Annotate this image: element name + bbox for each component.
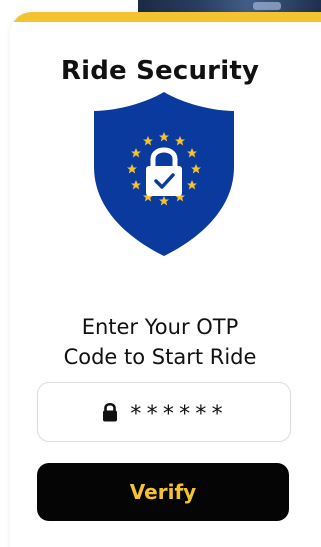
otp-prompt-line2: Code to Start Ride (63, 345, 257, 369)
otp-prompt: Enter Your OTP Code to Start Ride (10, 312, 310, 372)
background-photo (138, 0, 321, 12)
otp-masked-value: ****** (129, 401, 227, 427)
otp-input[interactable]: ****** (37, 382, 291, 442)
lock-icon (101, 402, 119, 422)
modal-accent-bar (10, 12, 321, 22)
otp-prompt-line1: Enter Your OTP (81, 315, 239, 339)
modal-title: Ride Security (60, 56, 260, 86)
verify-button[interactable]: Verify (37, 463, 289, 521)
ride-security-modal: Ride Security Enter Your OTP Code to Sta… (10, 12, 321, 547)
screen: Ride Security Enter Your OTP Code to Sta… (0, 0, 321, 547)
shield-icon (89, 89, 239, 259)
